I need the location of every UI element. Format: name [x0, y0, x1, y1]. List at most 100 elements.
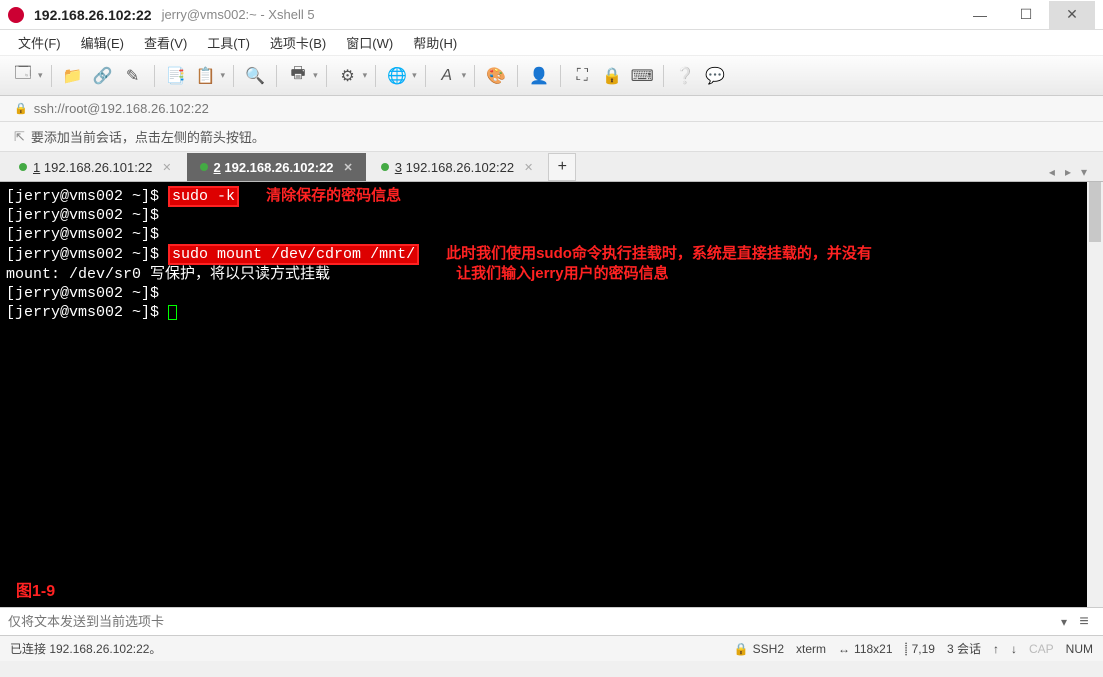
prompt: [jerry@vms002 ~]$	[6, 188, 168, 205]
lock-icon[interactable]: 🔒	[599, 63, 625, 89]
input-dropdown-icon[interactable]: ▾	[1055, 615, 1073, 629]
close-button[interactable]: ✕	[1049, 1, 1095, 29]
tab-label: 192.168.26.102:22	[224, 160, 333, 175]
prompt: [jerry@vms002 ~]$	[6, 246, 168, 263]
tab-close-icon[interactable]: ✕	[344, 161, 353, 174]
lock-icon: 🔒	[734, 642, 749, 656]
separator	[326, 65, 327, 87]
tab-close-icon[interactable]: ✕	[524, 161, 533, 174]
status-proto: 🔒SSH2	[734, 642, 784, 656]
paste-icon[interactable]: 📋	[193, 63, 219, 89]
separator	[154, 65, 155, 87]
separator	[233, 65, 234, 87]
minimize-button[interactable]: —	[957, 1, 1003, 29]
tab-prev-icon[interactable]: ◂	[1045, 163, 1059, 181]
separator	[517, 65, 518, 87]
maximize-button[interactable]: ☐	[1003, 1, 1049, 29]
tab-1[interactable]: 1 192.168.26.101:22 ✕	[6, 153, 185, 181]
status-dot-icon	[19, 163, 27, 171]
scrollbar-thumb[interactable]	[1089, 182, 1101, 242]
dropdown-icon[interactable]: ▾	[313, 70, 318, 81]
annotation-1: 清除保存的密码信息	[266, 187, 401, 204]
copy-icon[interactable]: 📑	[163, 63, 189, 89]
separator	[474, 65, 475, 87]
print-icon[interactable]: 🖶	[285, 63, 311, 89]
hint-arrow-icon[interactable]: ⇱	[14, 129, 25, 145]
menu-edit[interactable]: 编辑(E)	[75, 31, 130, 54]
status-bar: 已连接 192.168.26.102:22。 🔒SSH2 xterm ↔118x…	[0, 635, 1103, 661]
dropdown-icon[interactable]: ▾	[412, 70, 417, 81]
status-connection: 已连接 192.168.26.102:22。	[10, 640, 161, 657]
title-subtitle: jerry@vms002:~ - Xshell 5	[162, 7, 315, 22]
status-num: NUM	[1066, 642, 1093, 656]
reconnect-icon[interactable]: 🔗	[90, 63, 116, 89]
address-bar: 🔒 ssh://root@192.168.26.102:22	[0, 96, 1103, 122]
user-icon[interactable]: 👤	[526, 63, 552, 89]
separator	[375, 65, 376, 87]
status-termtype: xterm	[796, 642, 826, 656]
status-cap: CAP	[1029, 642, 1054, 656]
tab-label: 192.168.26.102:22	[406, 160, 514, 175]
separator	[276, 65, 277, 87]
tab-nav: ◂ ▸ ▾	[1045, 163, 1097, 181]
menu-tabs[interactable]: 选项卡(B)	[264, 31, 332, 54]
tab-2[interactable]: 2 192.168.26.102:22 ✕	[187, 153, 366, 181]
fullscreen-icon[interactable]: ⛶	[569, 63, 595, 89]
properties-icon[interactable]: ⚙	[335, 63, 361, 89]
address-url[interactable]: ssh://root@192.168.26.102:22	[34, 101, 209, 116]
open-icon[interactable]: 📁	[60, 63, 86, 89]
compose-input[interactable]	[8, 614, 1055, 629]
new-session-icon[interactable]: 🗔	[10, 63, 36, 89]
separator	[663, 65, 664, 87]
dropdown-icon[interactable]: ▾	[462, 70, 467, 81]
separator	[425, 65, 426, 87]
disconnect-icon[interactable]: ✎	[120, 63, 146, 89]
search-icon[interactable]: 🔍	[242, 63, 268, 89]
globe-icon[interactable]: 🌐	[384, 63, 410, 89]
app-icon	[8, 7, 24, 23]
menu-window[interactable]: 窗口(W)	[340, 31, 399, 54]
tab-add-button[interactable]: +	[548, 153, 576, 181]
tab-label: 192.168.26.101:22	[44, 160, 152, 175]
cmd-sudo-mount: sudo mount /dev/cdrom /mnt/	[168, 244, 419, 265]
menu-help[interactable]: 帮助(H)	[407, 31, 463, 54]
status-dot-icon	[200, 163, 208, 171]
menu-view[interactable]: 查看(V)	[138, 31, 193, 54]
window-controls: — ☐ ✕	[957, 1, 1095, 29]
input-menu-icon[interactable]: ≡	[1073, 613, 1095, 631]
prompt: [jerry@vms002 ~]$	[6, 285, 168, 302]
dropdown-icon[interactable]: ▾	[221, 70, 226, 81]
status-pos: ⸽7,19	[905, 640, 935, 657]
separator	[51, 65, 52, 87]
tab-close-icon[interactable]: ✕	[162, 161, 171, 174]
menu-tools[interactable]: 工具(T)	[201, 31, 256, 54]
dropdown-icon[interactable]: ▾	[363, 70, 368, 81]
nav-up-icon[interactable]: ↑	[993, 642, 999, 656]
title-bar: 192.168.26.102:22 jerry@vms002:~ - Xshel…	[0, 0, 1103, 30]
font-icon[interactable]: A	[434, 63, 460, 89]
dropdown-icon[interactable]: ▾	[38, 70, 43, 81]
chat-icon[interactable]: 💬	[702, 63, 728, 89]
tab-list-icon[interactable]: ▾	[1077, 163, 1091, 181]
separator	[560, 65, 561, 87]
help-icon[interactable]: ❔	[672, 63, 698, 89]
status-sessions: 3 会话	[947, 640, 981, 657]
menu-file[interactable]: 文件(F)	[12, 31, 67, 54]
tab-3[interactable]: 3 192.168.26.102:22 ✕	[368, 153, 547, 181]
annotation-2a: 此时我们使用sudo命令执行挂载时，系统是直接挂载的，并没有	[446, 245, 872, 262]
color-icon[interactable]: 🎨	[483, 63, 509, 89]
nav-down-icon[interactable]: ↓	[1011, 642, 1017, 656]
terminal-scrollbar[interactable]	[1087, 182, 1103, 607]
terminal[interactable]: [jerry@vms002 ~]$ sudo -k 清除保存的密码信息 [jer…	[0, 182, 1103, 607]
figure-label: 图1-9	[16, 582, 55, 601]
hint-text: 要添加当前会话，点击左侧的箭头按钮。	[31, 127, 265, 146]
tab-number: 2	[214, 160, 221, 175]
tab-next-icon[interactable]: ▸	[1061, 163, 1075, 181]
prompt: [jerry@vms002 ~]$	[6, 304, 168, 321]
keyboard-icon[interactable]: ⌨	[629, 63, 655, 89]
hint-bar: ⇱ 要添加当前会话，点击左侧的箭头按钮。	[0, 122, 1103, 152]
status-size: ↔118x21	[838, 642, 892, 656]
title-ip: 192.168.26.102:22	[34, 7, 152, 23]
size-icon: ↔	[838, 642, 850, 656]
prompt: [jerry@vms002 ~]$	[6, 226, 168, 243]
